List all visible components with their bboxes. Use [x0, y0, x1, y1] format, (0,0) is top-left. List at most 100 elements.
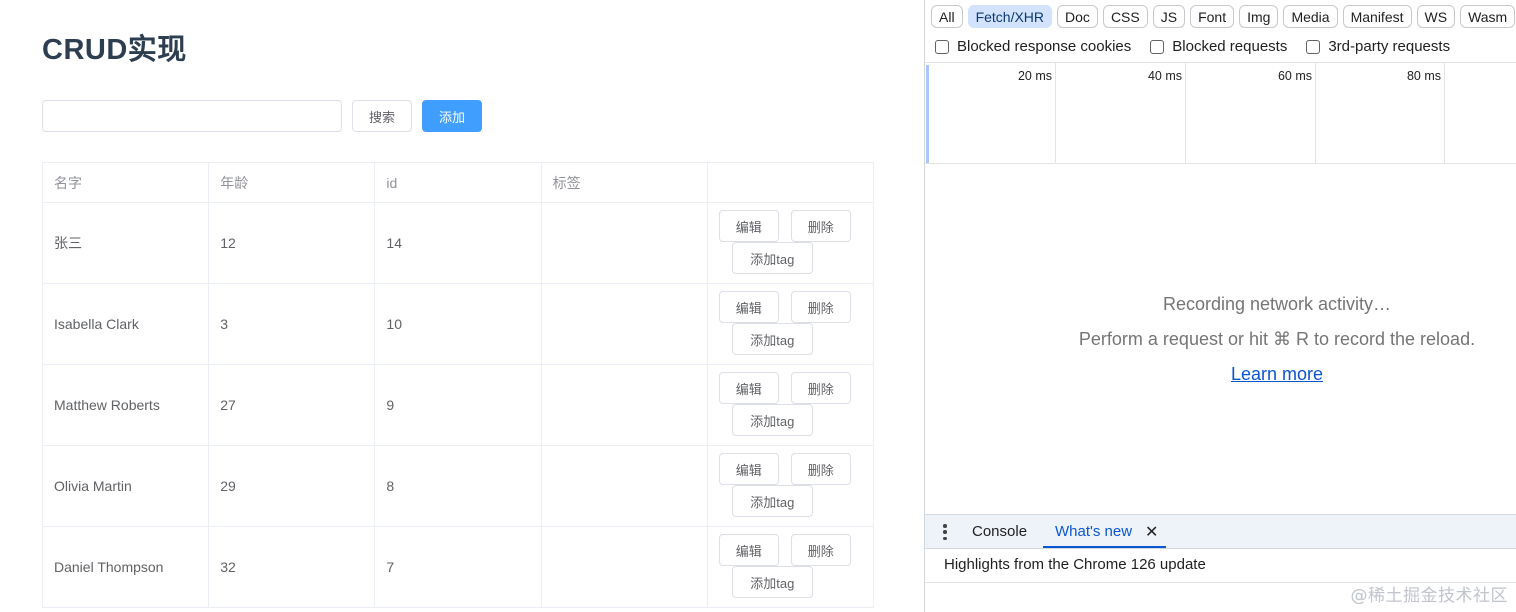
- cell-actions: 编辑 删除 添加tag: [707, 365, 874, 446]
- add-tag-button[interactable]: 添加tag: [731, 566, 813, 598]
- column-header-tags: 标签: [541, 163, 708, 203]
- edit-button[interactable]: 编辑: [718, 453, 779, 485]
- table-row: Isabella Clark 3 10 编辑 删除 添加tag: [43, 284, 874, 365]
- cell-id: 10: [375, 284, 542, 365]
- tab-console[interactable]: Console: [972, 523, 1027, 540]
- cell-name: 张三: [43, 203, 210, 284]
- delete-button[interactable]: 删除: [790, 210, 851, 242]
- table-header: 名字 年龄 id 标签: [43, 163, 875, 203]
- search-button[interactable]: 搜索: [352, 100, 412, 132]
- checkbox-third-party-requests[interactable]: 3rd-party requests: [1306, 38, 1450, 55]
- timeline-gridline: [1055, 63, 1056, 163]
- checkbox-icon[interactable]: [1150, 39, 1165, 54]
- network-timeline-overview[interactable]: 20 ms 40 ms 60 ms 80 ms: [925, 62, 1516, 164]
- table-row: Daniel Thompson 32 7 编辑 删除 添加tag: [43, 527, 874, 608]
- drawer-tabbar: Console What's new ✕: [925, 514, 1516, 549]
- cell-actions: 编辑 删除 添加tag: [707, 446, 874, 527]
- active-tab-indicator: [1043, 546, 1166, 548]
- page-title: CRUD实现: [42, 34, 187, 66]
- filter-all[interactable]: All: [931, 5, 963, 28]
- checkbox-label: Blocked response cookies: [957, 38, 1132, 55]
- crud-app: CRUD实现 搜索 添加 名字 年龄 id 标签 张三 12 14 编辑 删除 …: [0, 0, 924, 612]
- filter-manifest[interactable]: Manifest: [1342, 5, 1412, 28]
- checkbox-blocked-requests[interactable]: Blocked requests: [1150, 38, 1287, 55]
- filter-ws[interactable]: WS: [1416, 5, 1456, 28]
- timeline-gridline: [1444, 63, 1445, 163]
- timeline-selection-handle[interactable]: [926, 65, 929, 163]
- timeline-tick-label: 20 ms: [1017, 69, 1052, 83]
- delete-button[interactable]: 删除: [790, 534, 851, 566]
- request-checkboxes: Blocked response cookies Blocked request…: [935, 38, 1469, 55]
- checkbox-blocked-response-cookies[interactable]: Blocked response cookies: [935, 38, 1131, 55]
- cell-id: 8: [375, 446, 542, 527]
- cell-name: Daniel Thompson: [43, 527, 210, 608]
- data-table: 名字 年龄 id 标签 张三 12 14 编辑 删除 添加tag Isabell…: [42, 162, 875, 608]
- watermark: @稀土掘金技术社区: [1350, 586, 1508, 606]
- cell-age: 27: [209, 365, 376, 446]
- filter-js[interactable]: JS: [1152, 5, 1186, 28]
- devtools-network-panel: All Fetch/XHR Doc CSS JS Font Img Media …: [924, 0, 1516, 612]
- delete-button[interactable]: 删除: [790, 291, 851, 323]
- table-row: Matthew Roberts 27 9 编辑 删除 添加tag: [43, 365, 874, 446]
- cell-actions: 编辑 删除 添加tag: [707, 527, 874, 608]
- empty-state-hint: Perform a request or hit ⌘ R to record t…: [1078, 329, 1476, 349]
- cell-id: 7: [375, 527, 542, 608]
- close-icon[interactable]: ✕: [1145, 522, 1158, 542]
- filter-css[interactable]: CSS: [1102, 5, 1148, 28]
- timeline-tick-label: 40 ms: [1147, 69, 1182, 83]
- checkbox-label: Blocked requests: [1172, 38, 1288, 55]
- add-button[interactable]: 添加: [422, 100, 482, 132]
- timeline-tick-label: 60 ms: [1277, 69, 1312, 83]
- filter-img[interactable]: Img: [1239, 5, 1279, 28]
- cell-tags: [541, 446, 708, 527]
- edit-button[interactable]: 编辑: [718, 372, 779, 404]
- request-type-filters: All Fetch/XHR Doc CSS JS Font Img Media …: [931, 5, 1516, 29]
- cell-name: Isabella Clark: [43, 284, 210, 365]
- edit-button[interactable]: 编辑: [718, 534, 779, 566]
- add-tag-button[interactable]: 添加tag: [731, 242, 813, 274]
- add-tag-button[interactable]: 添加tag: [731, 404, 813, 436]
- tab-whats-new[interactable]: What's new: [1055, 523, 1132, 540]
- add-tag-button[interactable]: 添加tag: [731, 323, 813, 355]
- cell-actions: 编辑 删除 添加tag: [707, 284, 874, 365]
- timeline-gridline: [1315, 63, 1316, 163]
- more-tools-icon[interactable]: [942, 524, 948, 540]
- learn-more-link[interactable]: Learn more: [925, 364, 1516, 385]
- cell-name: Matthew Roberts: [43, 365, 210, 446]
- add-tag-button[interactable]: 添加tag: [731, 485, 813, 517]
- filter-font[interactable]: Font: [1190, 5, 1235, 28]
- cell-age: 12: [209, 203, 376, 284]
- cell-age: 3: [209, 284, 376, 365]
- filter-media[interactable]: Media: [1283, 5, 1338, 28]
- edit-button[interactable]: 编辑: [718, 210, 779, 242]
- edit-button[interactable]: 编辑: [718, 291, 779, 323]
- column-header-age: 年龄: [209, 163, 376, 203]
- cell-actions: 编辑 删除 添加tag: [707, 203, 874, 284]
- checkbox-icon[interactable]: [1306, 39, 1321, 54]
- checkbox-label: 3rd-party requests: [1328, 38, 1451, 55]
- cell-id: 14: [375, 203, 542, 284]
- timeline-tick-label: 80 ms: [1406, 69, 1441, 83]
- checkbox-icon[interactable]: [935, 39, 949, 54]
- cell-id: 9: [375, 365, 542, 446]
- empty-state-title: Recording network activity…: [1162, 294, 1392, 314]
- timeline-gridline: [1185, 63, 1186, 163]
- column-header-name: 名字: [43, 163, 210, 203]
- cell-tags: [541, 203, 708, 284]
- filter-fetch-xhr[interactable]: Fetch/XHR: [967, 5, 1053, 28]
- table-row: 张三 12 14 编辑 删除 添加tag: [43, 203, 874, 284]
- table-row: Olivia Martin 29 8 编辑 删除 添加tag: [43, 446, 874, 527]
- filter-wasm[interactable]: Wasm: [1460, 5, 1516, 28]
- column-header-actions: [707, 163, 875, 203]
- cell-tags: [541, 365, 708, 446]
- search-input[interactable]: [42, 100, 342, 132]
- whats-new-headline: Highlights from the Chrome 126 update: [944, 556, 1206, 573]
- column-header-id: id: [375, 163, 542, 203]
- delete-button[interactable]: 删除: [790, 372, 851, 404]
- cell-name: Olivia Martin: [43, 446, 210, 527]
- filter-doc[interactable]: Doc: [1057, 5, 1098, 28]
- cell-age: 29: [209, 446, 376, 527]
- cell-tags: [541, 284, 708, 365]
- cell-tags: [541, 527, 708, 608]
- delete-button[interactable]: 删除: [790, 453, 851, 485]
